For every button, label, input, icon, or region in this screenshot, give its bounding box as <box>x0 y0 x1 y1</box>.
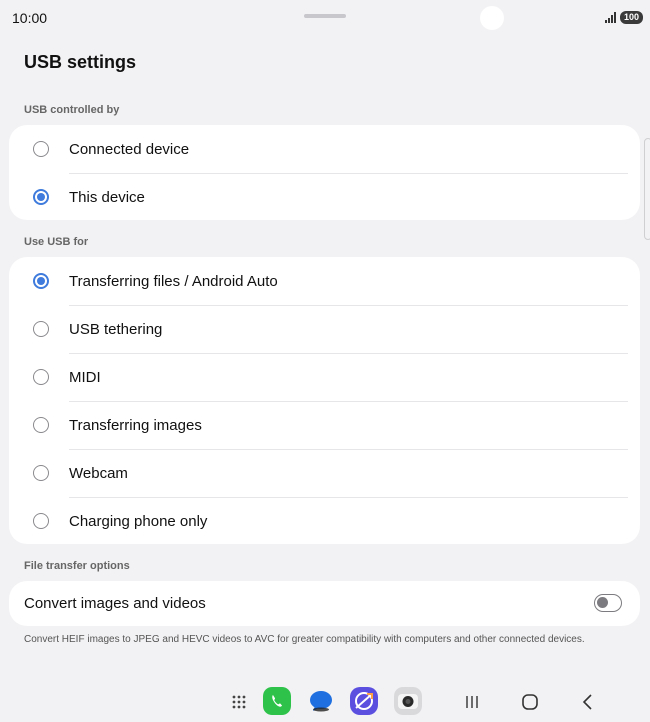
section-header-use-usb-for: Use USB for <box>24 236 89 248</box>
use-usb-for-card: Transferring files / Android Auto USB te… <box>9 257 640 544</box>
convert-toggle-switch[interactable] <box>594 594 622 612</box>
option-label: This device <box>69 189 145 206</box>
radio-button[interactable] <box>33 321 49 337</box>
option-label: Transferring images <box>69 417 202 434</box>
camera-app-icon[interactable] <box>394 687 422 715</box>
option-label: Charging phone only <box>69 513 208 530</box>
radio-button[interactable] <box>33 141 49 157</box>
section-header-file-transfer-options: File transfer options <box>24 560 130 572</box>
option-usb-tethering[interactable]: USB tethering <box>9 305 640 353</box>
radio-button[interactable] <box>33 465 49 481</box>
option-label: MIDI <box>69 369 101 386</box>
signal-icon <box>605 12 616 23</box>
battery-badge: 100 <box>620 11 644 24</box>
option-transferring-files[interactable]: Transferring files / Android Auto <box>9 257 640 305</box>
convert-images-videos-label: Convert images and videos <box>24 595 206 612</box>
radio-button-checked[interactable] <box>33 273 49 289</box>
radio-button[interactable] <box>33 513 49 529</box>
camera-cutout <box>480 6 504 30</box>
toggle-knob <box>597 597 608 608</box>
radio-button[interactable] <box>33 369 49 385</box>
usb-controlled-by-card: Connected device This device <box>9 125 640 220</box>
convert-images-videos-row[interactable]: Convert images and videos <box>9 581 640 626</box>
radio-button[interactable] <box>33 417 49 433</box>
convert-description: Convert HEIF images to JPEG and HEVC vid… <box>24 634 585 645</box>
status-time: 10:00 <box>12 10 48 26</box>
section-header-usb-controlled-by: USB controlled by <box>24 104 120 116</box>
option-midi[interactable]: MIDI <box>9 353 640 401</box>
page-title: USB settings <box>24 52 137 72</box>
internet-app-icon[interactable] <box>350 687 378 715</box>
phone-app-icon[interactable] <box>263 687 291 715</box>
messages-app-icon[interactable] <box>307 687 335 715</box>
option-connected-device[interactable]: Connected device <box>9 125 640 173</box>
option-transferring-images[interactable]: Transferring images <box>9 401 640 449</box>
option-charging-phone-only[interactable]: Charging phone only <box>9 497 640 545</box>
edge-panel-handle[interactable] <box>644 138 650 240</box>
status-bar: 10:00 100 <box>0 0 650 36</box>
option-label: USB tethering <box>69 321 163 338</box>
recents-icon[interactable] <box>464 694 480 710</box>
option-label: Transferring files / Android Auto <box>69 273 278 290</box>
back-icon[interactable] <box>581 693 595 711</box>
drag-handle <box>304 14 346 18</box>
radio-button-checked[interactable] <box>33 189 49 205</box>
option-label: Connected device <box>69 141 190 158</box>
apps-grid-icon[interactable] <box>231 694 247 710</box>
option-webcam[interactable]: Webcam <box>9 449 640 497</box>
option-label: Webcam <box>69 465 128 482</box>
home-icon[interactable] <box>521 693 539 711</box>
option-this-device[interactable]: This device <box>9 173 640 221</box>
